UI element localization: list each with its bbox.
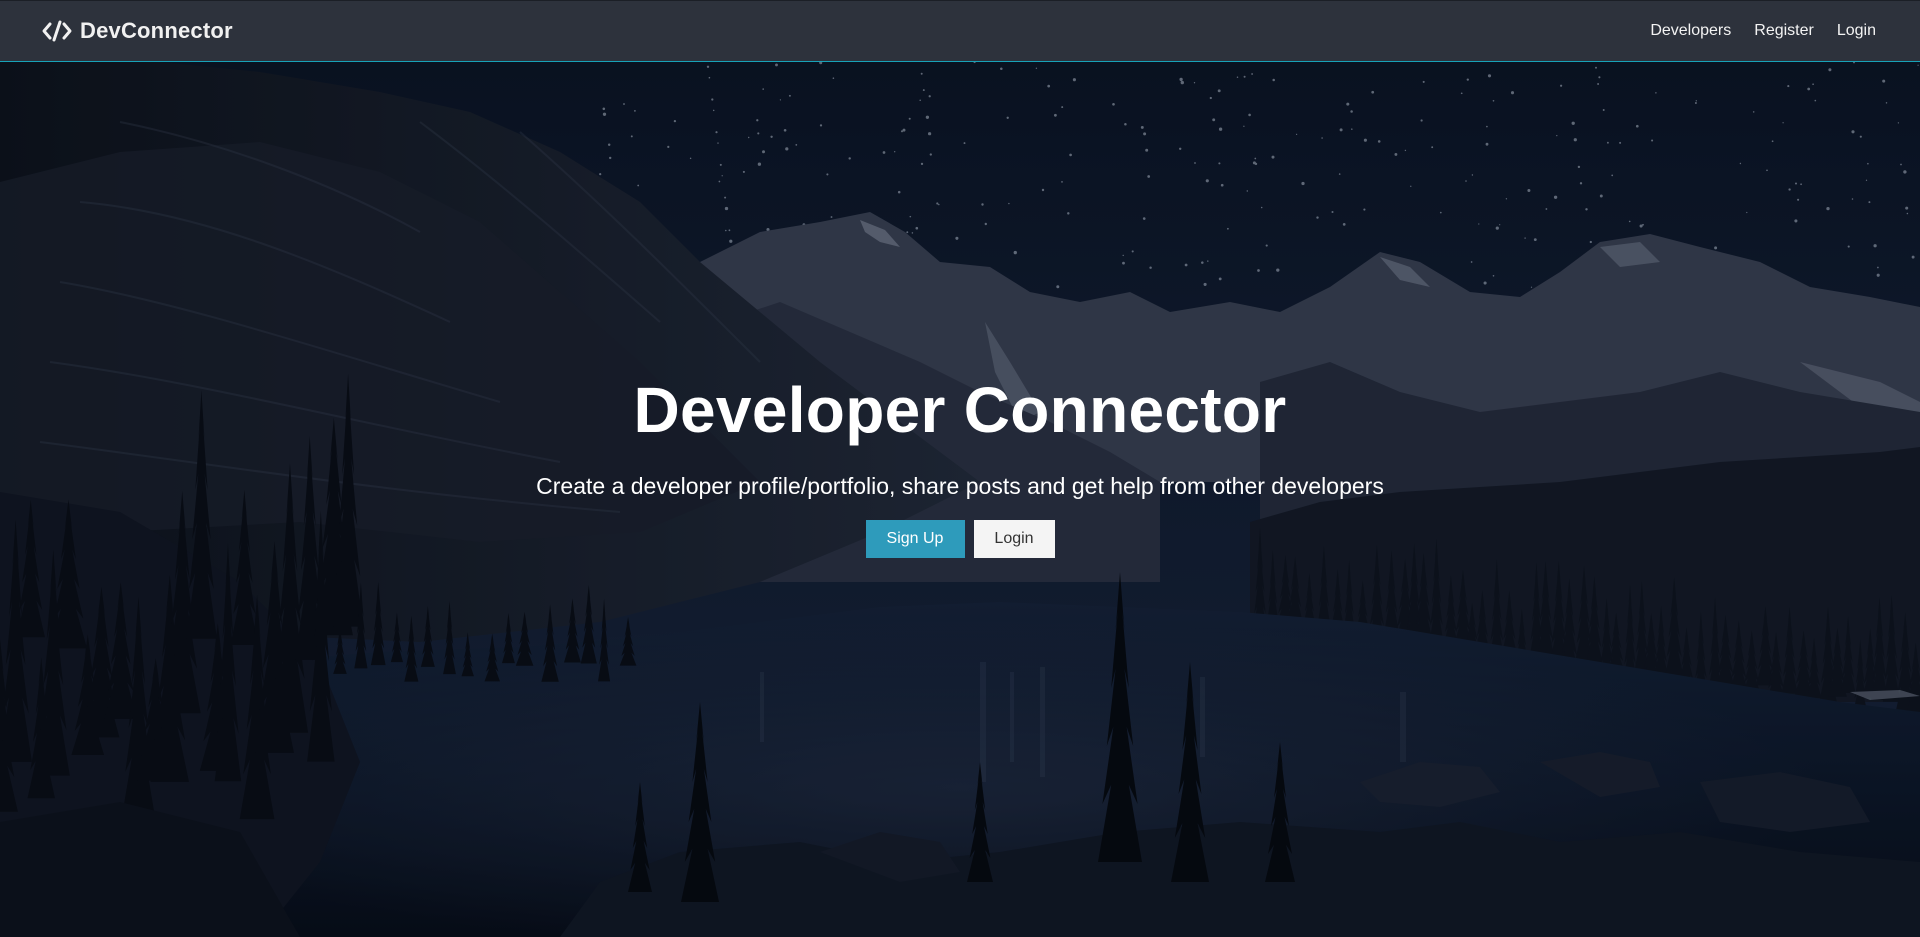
nav-link-register[interactable]: Register — [1754, 22, 1814, 40]
hero-lead: Create a developer profile/portfolio, sh… — [536, 473, 1384, 499]
login-button[interactable]: Login — [973, 520, 1055, 558]
hero-buttons: Sign Up Login — [865, 520, 1055, 558]
hero-title: Developer Connector — [633, 374, 1287, 446]
nav-link-developers[interactable]: Developers — [1650, 22, 1731, 40]
hero-section: Developer Connector Create a developer p… — [0, 62, 1920, 937]
sign-up-button[interactable]: Sign Up — [865, 520, 965, 558]
nav-links: Developers Register Login — [1650, 22, 1876, 40]
navbar: DevConnector Developers Register Login — [0, 0, 1920, 62]
brand-link[interactable]: DevConnector — [42, 18, 233, 44]
code-icon — [42, 20, 72, 42]
hero-content: Developer Connector Create a developer p… — [0, 62, 1920, 937]
brand-name: DevConnector — [80, 18, 233, 43]
nav-link-login[interactable]: Login — [1837, 22, 1876, 40]
